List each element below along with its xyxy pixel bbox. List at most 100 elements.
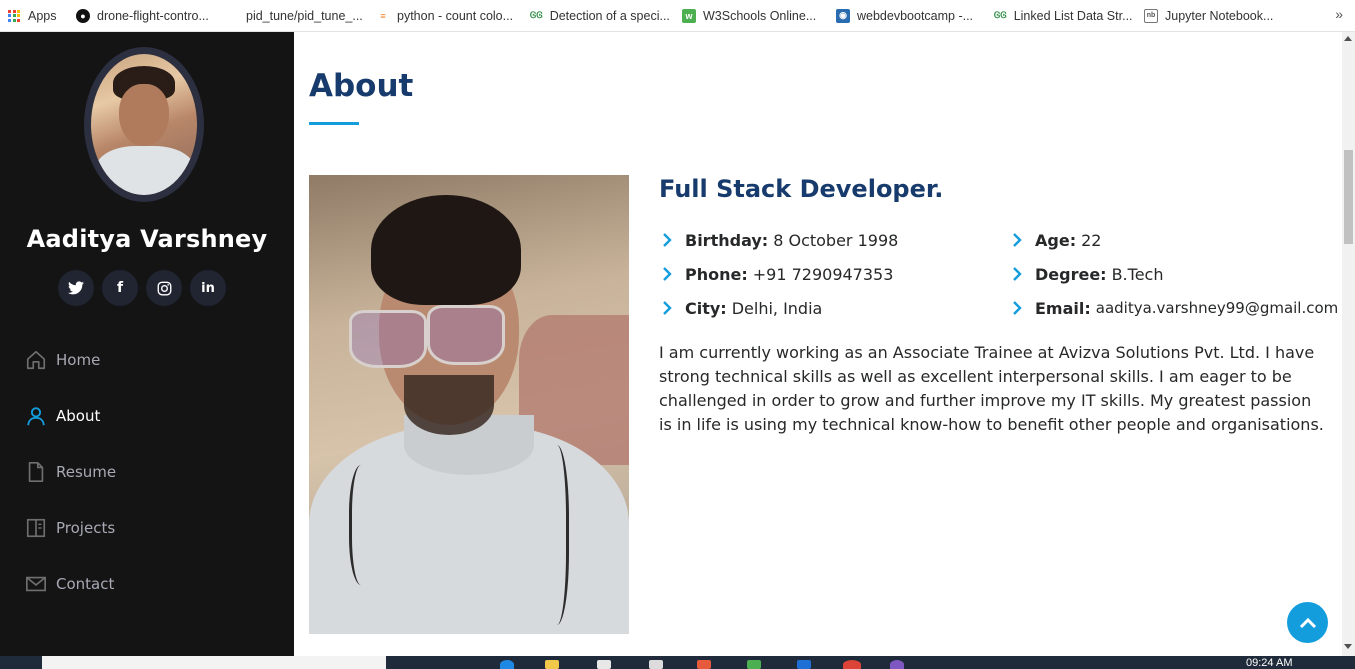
avatar [84,47,204,202]
nav-label: Resume [56,463,117,481]
nav-item-about[interactable]: About [0,388,294,444]
bookmark-label: Apps [28,8,57,23]
apps-grid-icon [8,9,20,22]
app-orange-icon[interactable] [697,660,711,669]
info-label: City: [685,298,727,318]
scroll-thumb[interactable] [1344,150,1353,244]
nav-item-home[interactable]: Home [0,332,294,388]
info-age: Age: 22 [1009,223,1338,257]
nav-label: Projects [56,519,116,537]
instagram-link[interactable] [146,270,182,306]
bookmark-webdevbootcamp[interactable]: ◉ webdevbootcamp -... [828,0,986,32]
chevron-right-icon [1009,266,1025,282]
info-list-left: Birthday: 8 October 1998 Phone: +91 7290… [659,223,898,325]
geeksforgeeks-icon: ᎶᎶ [994,10,1007,20]
info-email: Email: aaditya.varshney99@gmail.com [1009,291,1338,325]
twitter-link[interactable] [58,270,94,306]
info-label: Birthday: [685,230,769,250]
jupyter-icon: nb [1144,8,1158,23]
info-value: Delhi, India [731,298,823,318]
about-description: I am currently working as an Associate T… [659,343,1324,434]
facebook-icon: f [116,280,124,296]
stackoverflow-icon: ≡ [380,10,386,21]
linkedin-icon: in [201,280,215,296]
envelope-icon [26,576,46,592]
bookmark-pid-tune[interactable]: pid_tune/pid_tune_... [238,0,368,32]
info-city: City: Delhi, India [659,291,898,325]
taskbar: 09:24 AM [0,656,1355,669]
book-icon [26,518,46,538]
info-birthday: Birthday: 8 October 1998 [659,223,898,257]
chevron-right-icon [1009,232,1025,248]
info-label: Email: [1035,298,1091,318]
nav-label: Contact [56,575,115,593]
store-icon[interactable] [597,660,611,669]
info-value: aaditya.varshney99@gmail.com [1095,299,1339,317]
info-label: Age: [1035,230,1077,250]
profile-photo [309,175,629,634]
info-value: 8 October 1998 [773,230,899,250]
app-green-icon[interactable] [747,660,761,669]
bookmark-label: pid_tune/pid_tune_... [246,8,363,23]
bookmark-label: W3Schools Online... [703,8,817,23]
profile-name[interactable]: Aaditya Varshney [0,225,294,253]
chevron-right-icon [1009,300,1025,316]
bookmark-apps[interactable]: Apps [0,0,68,32]
info-label: Phone: [685,264,748,284]
more-bookmarks-icon[interactable]: » [1335,6,1343,22]
bookmark-label: python - count colo... [397,8,514,23]
app-blue-icon[interactable] [797,660,811,669]
instagram-icon [157,281,171,295]
scroll-up-icon[interactable] [1344,36,1352,41]
bookmark-w3schools[interactable]: w W3Schools Online... [674,0,828,32]
about-section: About Full Stack Developer. Birthday: 8 … [294,32,1342,656]
scroll-down-icon[interactable] [1344,644,1352,649]
app-purple-icon[interactable] [890,660,904,669]
file-icon [28,462,44,482]
chevron-right-icon [659,266,675,282]
page-scrollbar[interactable] [1342,32,1355,656]
chevron-up-icon [1299,617,1316,628]
info-value: +91 7290947353 [752,264,894,284]
github-icon: ● [76,8,90,23]
nav-label: About [56,407,101,425]
info-degree: Degree: B.Tech [1009,257,1338,291]
person-icon [27,407,45,426]
social-links: f in [58,270,226,306]
nav-label: Home [56,351,101,369]
twitter-icon [68,281,84,295]
info-label: Degree: [1035,264,1107,284]
back-to-top-button[interactable] [1287,602,1328,643]
notepad-icon[interactable] [649,660,663,669]
taskbar-search[interactable] [42,656,386,669]
facebook-link[interactable]: f [102,270,138,306]
bookmark-linked-list[interactable]: ᎶᎶ Linked List Data Str... [986,0,1136,32]
bookmark-label: webdevbootcamp -... [857,8,974,23]
role-title: Full Stack Developer. [659,175,944,203]
sidebar: Aaditya Varshney f in Home About Resume [0,32,294,656]
linkedin-link[interactable]: in [190,270,226,306]
bookmark-detection[interactable]: ᎶᎶ Detection of a speci... [522,0,674,32]
info-phone: Phone: +91 7290947353 [659,257,898,291]
bookmark-label: Detection of a speci... [549,8,670,23]
geeksforgeeks-icon: ᎶᎶ [530,10,543,20]
info-value: B.Tech [1111,264,1164,284]
bookmark-python-count[interactable]: ≡ python - count colo... [368,0,522,32]
bootcamp-icon: ◉ [836,8,850,23]
section-title: About [309,68,414,104]
bookmark-drone-flight[interactable]: ● drone-flight-contro... [68,0,238,32]
folder-icon[interactable] [545,660,559,669]
bookmark-label: drone-flight-contro... [97,8,209,23]
taskbar-clock[interactable]: 09:24 AM [1246,657,1292,669]
chrome-icon[interactable] [843,660,861,669]
nav-item-resume[interactable]: Resume [0,444,294,500]
bookmarks-bar: Apps ● drone-flight-contro... pid_tune/p… [0,0,1355,32]
nav-item-projects[interactable]: Projects [0,500,294,556]
nav-item-contact[interactable]: Contact [0,556,294,612]
bookmark-label: Linked List Data Str... [1013,8,1133,23]
bookmark-jupyter[interactable]: nb Jupyter Notebook... [1136,0,1286,32]
home-icon [26,350,46,370]
edge-icon[interactable] [500,660,514,669]
chevron-right-icon [659,232,675,248]
title-underline [309,122,359,125]
